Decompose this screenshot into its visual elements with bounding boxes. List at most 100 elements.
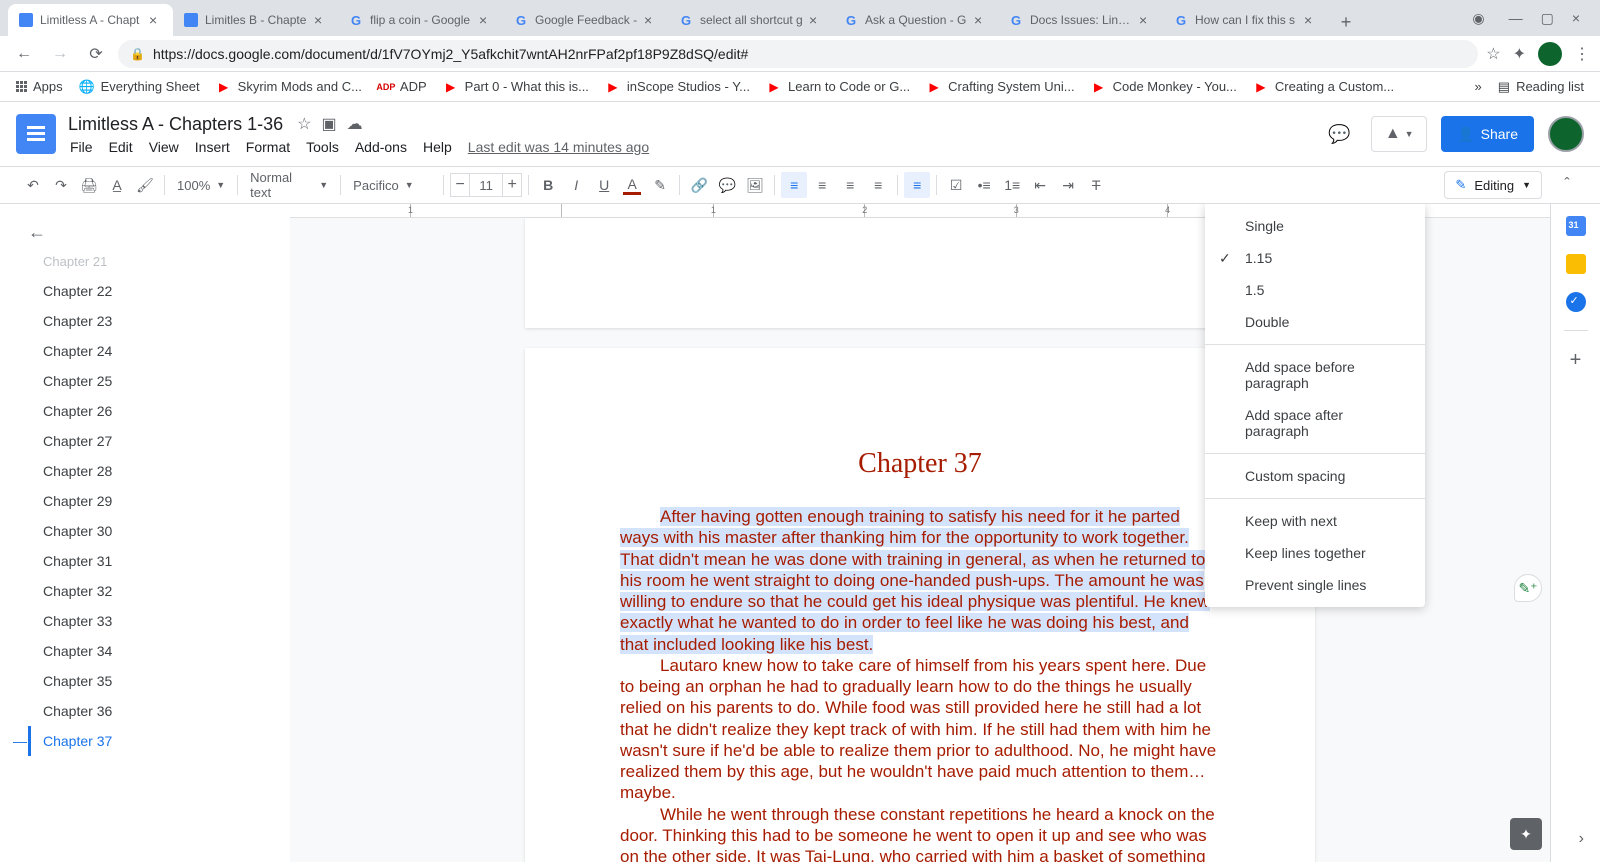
close-window-icon[interactable]: ×	[1572, 10, 1580, 26]
star-icon[interactable]: ☆	[297, 114, 311, 134]
outline-item[interactable]: Chapter 23	[28, 306, 290, 336]
redo-button[interactable]: ↷	[48, 172, 74, 198]
menu-icon[interactable]: ⋮	[1574, 44, 1590, 64]
calendar-icon[interactable]	[1566, 216, 1586, 236]
keep-icon[interactable]	[1566, 254, 1586, 274]
menu-edit[interactable]: Edit	[103, 137, 139, 157]
numbered-list-button[interactable]: 1≡	[999, 172, 1025, 198]
outline-item-active[interactable]: Chapter 37	[28, 726, 290, 756]
italic-button[interactable]: I	[563, 172, 589, 198]
line-spacing-button[interactable]: ≡	[904, 172, 930, 198]
outline-item[interactable]: Chapter 25	[28, 366, 290, 396]
extensions-icon[interactable]: ✦	[1513, 44, 1526, 64]
media-icon[interactable]: ◉	[1472, 10, 1484, 27]
editing-mode-select[interactable]: ✎ Editing ▼	[1444, 171, 1542, 199]
close-icon[interactable]: ×	[149, 13, 163, 27]
bookmark-item[interactable]: ▶Skyrim Mods and C...	[210, 75, 368, 99]
browser-tab[interactable]: G flip a coin - Google ×	[338, 4, 503, 36]
browser-tab[interactable]: G How can I fix this s ×	[1163, 4, 1328, 36]
highlight-button[interactable]: ✎	[647, 172, 673, 198]
explore-button[interactable]: ✦	[1510, 818, 1542, 850]
print-button[interactable]: 🖨	[76, 172, 102, 198]
close-icon[interactable]: ×	[644, 13, 658, 27]
collapse-button[interactable]: ˆ	[1554, 172, 1580, 198]
outline-item[interactable]: Chapter 35	[28, 666, 290, 696]
close-icon[interactable]: ×	[1304, 13, 1318, 27]
keep-with-next[interactable]: Keep with next	[1205, 505, 1425, 537]
keep-lines-together[interactable]: Keep lines together	[1205, 537, 1425, 569]
prevent-single-lines[interactable]: Prevent single lines	[1205, 569, 1425, 601]
menu-view[interactable]: View	[143, 137, 185, 157]
outline-item[interactable]: Chapter 22	[28, 276, 290, 306]
font-select[interactable]: Pacifico▼	[347, 172, 437, 198]
menu-insert[interactable]: Insert	[189, 137, 236, 157]
align-left-button[interactable]: ≡	[781, 172, 807, 198]
align-center-button[interactable]: ≡	[809, 172, 835, 198]
tasks-icon[interactable]	[1566, 292, 1586, 312]
increase-indent-button[interactable]: ⇥	[1055, 172, 1081, 198]
add-space-after[interactable]: Add space after paragraph	[1205, 399, 1425, 447]
page-previous[interactable]	[525, 218, 1315, 328]
bold-button[interactable]: B	[535, 172, 561, 198]
browser-tab[interactable]: G select all shortcut g ×	[668, 4, 833, 36]
document-title[interactable]: Limitless A - Chapters 1-36	[64, 112, 287, 137]
move-icon[interactable]: ▣	[321, 114, 336, 134]
menu-format[interactable]: Format	[240, 137, 296, 157]
close-icon[interactable]: ×	[809, 13, 823, 27]
decrease-indent-button[interactable]: ⇤	[1027, 172, 1053, 198]
text-color-button[interactable]: A	[619, 172, 645, 198]
paragraph[interactable]: While he went through these constant rep…	[620, 804, 1220, 862]
outline-item[interactable]: Chapter 28	[28, 456, 290, 486]
bookmark-item[interactable]: ▶Part 0 - What this is...	[437, 75, 595, 99]
star-icon[interactable]: ☆	[1486, 44, 1500, 64]
comments-button[interactable]: 💬	[1321, 116, 1357, 152]
url-input[interactable]: 🔒 https://docs.google.com/document/d/1fV…	[118, 40, 1478, 68]
link-button[interactable]: 🔗	[686, 172, 712, 198]
maximize-icon[interactable]: ▢	[1541, 10, 1554, 27]
paint-format-button[interactable]: 🖌	[132, 172, 158, 198]
outline-item[interactable]: Chapter 36	[28, 696, 290, 726]
font-size-input[interactable]: 11	[470, 173, 502, 197]
menu-help[interactable]: Help	[417, 137, 458, 157]
cloud-icon[interactable]: ☁	[347, 114, 363, 134]
outline-item[interactable]: Chapter 34	[28, 636, 290, 666]
close-icon[interactable]: ×	[974, 13, 988, 27]
menu-addons[interactable]: Add-ons	[349, 137, 413, 157]
close-icon[interactable]: ×	[1139, 13, 1153, 27]
minimize-icon[interactable]: —	[1509, 10, 1523, 26]
browser-tab[interactable]: Limitless A - Chapt ×	[8, 4, 173, 36]
last-edit-link[interactable]: Last edit was 14 minutes ago	[462, 137, 655, 157]
bookmark-item[interactable]: ▶inScope Studios - Y...	[599, 75, 756, 99]
image-button[interactable]: 🖼	[742, 172, 768, 198]
overflow-icon[interactable]: »	[1475, 79, 1482, 94]
outline-item[interactable]: Chapter 33	[28, 606, 290, 636]
browser-tab[interactable]: G Google Feedback - ×	[503, 4, 668, 36]
close-icon[interactable]: ×	[479, 13, 493, 27]
underline-button[interactable]: U	[591, 172, 617, 198]
bookmark-item[interactable]: ▶Creating a Custom...	[1247, 75, 1400, 99]
outline-item[interactable]: Chapter 21	[28, 247, 290, 276]
style-select[interactable]: Normal text▼	[244, 172, 334, 198]
spellcheck-button[interactable]: A̲	[104, 172, 130, 198]
paragraph[interactable]: Lautaro knew how to take care of himself…	[620, 655, 1220, 804]
hide-sidepanel-button[interactable]: ›	[1579, 830, 1584, 848]
increase-font-button[interactable]: +	[502, 173, 522, 197]
decrease-font-button[interactable]: −	[450, 173, 470, 197]
zoom-select[interactable]: 100%▼	[171, 172, 231, 198]
align-right-button[interactable]: ≡	[837, 172, 863, 198]
spacing-double[interactable]: Double	[1205, 306, 1425, 338]
share-button[interactable]: 👤Share	[1441, 116, 1534, 152]
outline-item[interactable]: Chapter 24	[28, 336, 290, 366]
selected-paragraph[interactable]: After having gotten enough training to s…	[620, 507, 1210, 654]
outline-item[interactable]: Chapter 32	[28, 576, 290, 606]
browser-tab[interactable]: Limitles B - Chapte ×	[173, 4, 338, 36]
spacing-115[interactable]: 1.15	[1205, 242, 1425, 274]
outline-item[interactable]: Chapter 29	[28, 486, 290, 516]
present-button[interactable]: ▲▼	[1371, 116, 1427, 152]
apps-button[interactable]: Apps	[10, 75, 69, 99]
docs-logo-icon[interactable]	[16, 114, 56, 154]
clear-format-button[interactable]: T	[1083, 172, 1109, 198]
new-tab-button[interactable]: +	[1332, 8, 1360, 36]
page-current[interactable]: Chapter 37 After having gotten enough tr…	[525, 348, 1315, 862]
close-icon[interactable]: ×	[314, 13, 328, 27]
